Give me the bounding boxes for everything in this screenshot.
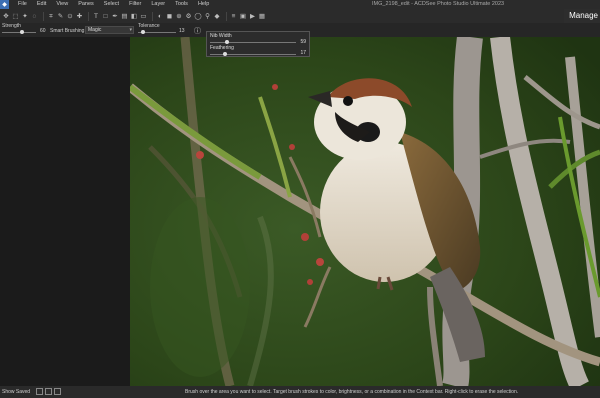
image-canvas[interactable] (130, 37, 600, 386)
strength-slider-thumb[interactable] (20, 30, 25, 34)
strength-slider-track[interactable] (2, 32, 36, 33)
strength-label: Strength (2, 23, 21, 29)
smart-brushing-label: Smart Brushing (50, 28, 85, 34)
menu-help[interactable]: Help (193, 0, 214, 9)
menu-file[interactable]: File (13, 0, 32, 9)
move-icon[interactable]: ✥ (2, 12, 10, 21)
nib-width-value: 59 (300, 39, 306, 45)
crop-icon[interactable]: ⌗ (47, 12, 55, 21)
toolbar-separator (225, 11, 227, 21)
feathering-value: 17 (300, 50, 306, 56)
strength-value: 60 (40, 28, 46, 34)
manage-mode-tab[interactable]: Manage (564, 9, 600, 23)
app-logo-icon: ◆ (0, 0, 9, 9)
smart-brushing-mode: Magic (88, 27, 102, 33)
menu-bar: ◆ File Edit View Panes Select Filter Lay… (0, 0, 600, 9)
menu-select[interactable]: Select (99, 0, 124, 9)
actual-size-icon[interactable] (45, 388, 52, 395)
play-icon[interactable]: ▶ (249, 12, 257, 21)
fit-icon[interactable] (36, 388, 43, 395)
window-title: IMG_2198_edit - ACDSee Photo Studio Ulti… (372, 1, 505, 7)
tolerance-value: 13 (179, 28, 185, 34)
text-icon[interactable]: T (92, 12, 100, 21)
toolbar-separator (88, 11, 89, 21)
circle-icon[interactable]: ◯ (194, 12, 202, 21)
show-saved-button[interactable]: Show Saved (2, 386, 30, 398)
menu-filter[interactable]: Filter (124, 0, 146, 9)
sparrow-photo (130, 37, 600, 386)
nib-settings-popup: Nib Width 59 Feathering 17 (206, 31, 310, 57)
fill-icon[interactable]: ◧ (130, 12, 138, 21)
toolbar-separator (152, 11, 153, 21)
view-icon[interactable]: ▣ (239, 12, 247, 21)
menu-panes[interactable]: Panes (73, 0, 99, 9)
nib-width-slider-track[interactable] (210, 42, 296, 43)
smart-brushing-dropdown[interactable]: Magic ▾ (85, 26, 134, 34)
feathering-slider-thumb[interactable] (222, 52, 227, 56)
lasso-icon[interactable]: ◌ (31, 12, 39, 21)
toolbar-separator (43, 11, 44, 21)
dodge-icon[interactable]: ◐ (156, 12, 164, 21)
settings-icon[interactable]: ⚙ (185, 12, 193, 21)
left-panel (0, 37, 130, 386)
pen-icon[interactable]: ✒ (111, 12, 119, 21)
zoom-icon[interactable]: ⊕ (175, 12, 183, 21)
repair-icon[interactable]: ✚ (76, 12, 84, 21)
select-icon[interactable]: ⬚ (12, 12, 20, 21)
status-message: Brush over the area you want to select. … (185, 389, 519, 395)
menu-view[interactable]: View (51, 0, 73, 9)
tolerance-slider-thumb[interactable] (140, 30, 145, 34)
histogram-icon[interactable] (54, 388, 61, 395)
clone-icon[interactable]: ⊙ (66, 12, 74, 21)
brush-icon[interactable]: ✎ (57, 12, 65, 21)
nib-width-label: Nib Width (210, 33, 232, 39)
menu-edit[interactable]: Edit (32, 0, 51, 9)
color-icon[interactable]: ◼ (166, 12, 174, 21)
toolbar: ✥ ⬚ ✦ ◌ ⌗ ✎ ⊙ ✚ T □ ✒ ▤ ◧ ▭ ◐ ◼ ⊕ ⚙ ◯ ⚲ … (0, 9, 600, 23)
menu-tools[interactable]: Tools (170, 0, 193, 9)
chevron-down-icon: ▾ (129, 27, 132, 33)
feathering-label: Feathering (210, 45, 234, 51)
wand-icon[interactable]: ✦ (21, 12, 29, 21)
shape-icon[interactable]: □ (102, 12, 110, 21)
menu-icon[interactable]: ≡ (230, 12, 238, 21)
nib-width-slider-thumb[interactable] (225, 40, 230, 44)
bulb-icon[interactable]: ⚲ (204, 12, 212, 21)
status-bar: Show Saved Brush over the area you want … (0, 386, 600, 398)
tolerance-label: Tolerance (138, 23, 160, 29)
menu-layer[interactable]: Layer (146, 0, 170, 9)
gradient-icon[interactable]: ▤ (121, 12, 129, 21)
info-icon[interactable]: ⓘ (194, 26, 201, 36)
drop-icon[interactable]: ◆ (213, 12, 221, 21)
eraser-icon[interactable]: ▭ (140, 12, 148, 21)
photo-icon[interactable]: ▦ (258, 12, 266, 21)
